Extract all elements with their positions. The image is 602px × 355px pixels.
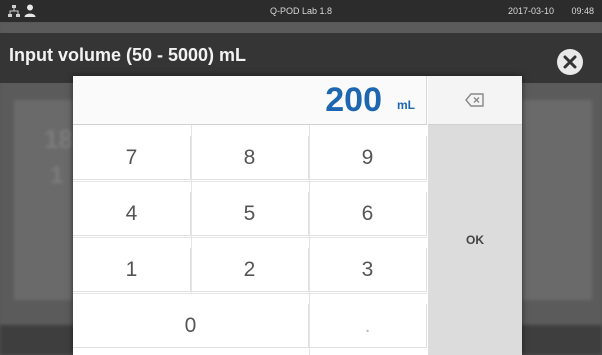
keypad-divider — [73, 237, 427, 238]
keypad-divider — [73, 181, 427, 182]
keypad-divider — [73, 293, 427, 294]
key-4[interactable]: 4 — [73, 192, 191, 236]
backspace-icon — [465, 93, 484, 107]
status-date: 2017-03-10 — [507, 6, 554, 16]
key-decimal[interactable]: . — [309, 304, 427, 348]
ok-button[interactable]: OK — [428, 125, 522, 355]
key-5[interactable]: 5 — [191, 192, 309, 236]
numeric-keypad: 200 mL 7 8 9 4 5 6 1 2 3 0 . OK — [73, 76, 522, 355]
key-6[interactable]: 6 — [309, 192, 427, 236]
close-button[interactable] — [557, 49, 583, 75]
key-9[interactable]: 9 — [309, 136, 427, 180]
dialog-title: Input volume (50 - 5000) mL — [9, 45, 247, 65]
background-ghost-text: 1 — [50, 162, 64, 189]
key-8[interactable]: 8 — [191, 136, 309, 180]
display-value: 200 — [325, 81, 382, 119]
key-3[interactable]: 3 — [309, 248, 427, 292]
value-display: 200 mL — [73, 76, 427, 125]
screen: 1 8. 1 Q-POD Lab 1.8 2017-03-10 09:48 Inp… — [0, 0, 602, 355]
key-1[interactable]: 1 — [73, 248, 191, 292]
display-unit: mL — [397, 98, 415, 112]
keypad-divider — [309, 125, 310, 355]
keypad-divider — [191, 125, 192, 293]
status-bar: Q-POD Lab 1.8 2017-03-10 09:48 — [0, 0, 602, 22]
status-time: 09:48 — [571, 6, 594, 16]
key-2[interactable]: 2 — [191, 248, 309, 292]
key-7[interactable]: 7 — [73, 136, 191, 180]
close-icon — [563, 55, 577, 69]
background-panel-right — [522, 100, 592, 300]
key-0[interactable]: 0 — [73, 304, 309, 348]
backspace-button[interactable] — [428, 76, 522, 125]
